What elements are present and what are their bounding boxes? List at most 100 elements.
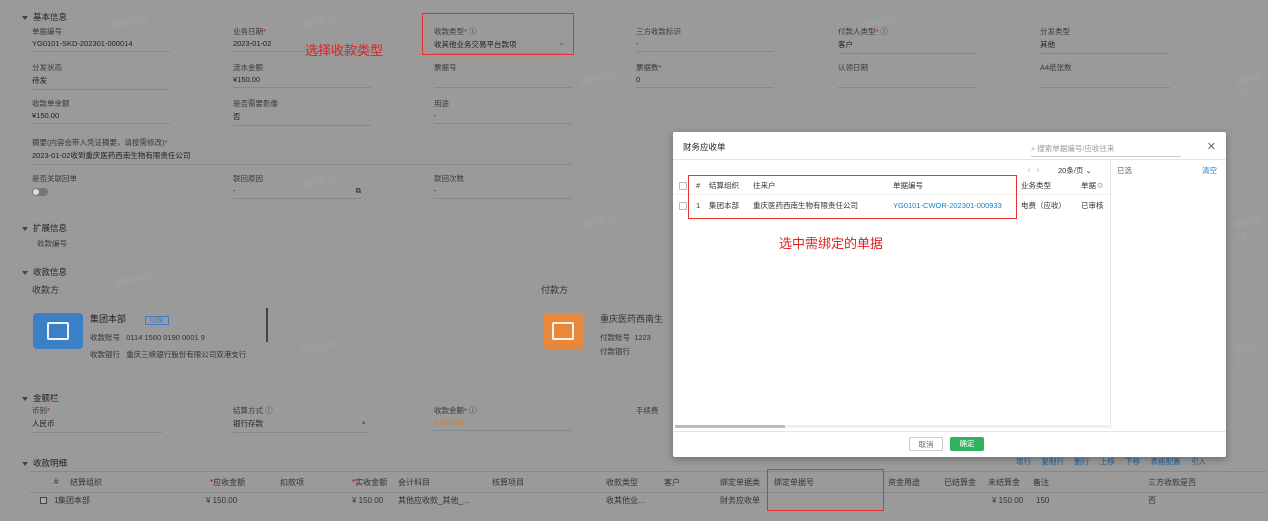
move-down-button[interactable]: 下移: [1125, 457, 1140, 466]
table-header: # 结算组织 *应收金额 扣款项 *实收金额 会计科目 核算项目 收款类型 客户…: [30, 477, 1266, 489]
annotation-box-bind-doc: [767, 469, 884, 511]
chevron-down-icon: [22, 461, 28, 466]
field-link-count[interactable]: 联回次数 -: [434, 173, 572, 199]
pager-prev-next[interactable]: ‹ ›: [1028, 165, 1039, 174]
cancel-button[interactable]: 取消: [909, 437, 943, 451]
field-receipt-amount[interactable]: 收款金额* ⓘ ¥ 150.00: [434, 405, 572, 431]
expand-icon[interactable]: ⧉: [356, 186, 361, 196]
field-doc-no[interactable]: 单据编号 YG0101-SKD-202301-000014: [32, 26, 170, 52]
field-summary[interactable]: 摘要(内容会带入凭证摘要，请按需修改)* 2023-01-02收到重庆医药西南生物…: [32, 137, 572, 165]
col-header: *应收金额: [210, 478, 246, 487]
horizontal-scrollbar[interactable]: [675, 425, 1109, 428]
payer-account: 付款账号 1223: [600, 333, 651, 342]
col-header: 结算组织: [70, 478, 102, 487]
col-header: 绑定单据类: [720, 478, 760, 487]
payee-bank: 收款银行 重庆三峡银行股份有限公司双港支行: [90, 350, 247, 359]
field-dispatch-type[interactable]: 分发类型 其他: [1040, 26, 1170, 54]
select-all-checkbox[interactable]: [679, 182, 687, 190]
field-dispatch-status[interactable]: 分发状态 待发: [32, 62, 170, 90]
scrollbar[interactable]: [266, 308, 268, 342]
watermark: 临时许可: [579, 70, 617, 88]
annotation-box-dialog-row: [688, 175, 1017, 219]
chevron-down-icon: [22, 226, 28, 231]
confirm-button[interactable]: 确定: [950, 437, 984, 451]
col-header: 会计科目: [398, 478, 430, 487]
settings-icon[interactable]: ⚙: [1097, 177, 1104, 195]
copy-row-button[interactable]: 复制行: [1041, 457, 1064, 466]
field-ticket-no[interactable]: 票据号: [434, 62, 572, 88]
payer-name: 重庆医药西南生: [600, 314, 664, 324]
search-icon[interactable]: ⌕: [362, 418, 366, 428]
dialog-search-input[interactable]: ⌕ 搜索单据编号/应收往来: [1031, 143, 1181, 157]
move-up-button[interactable]: 上移: [1100, 457, 1115, 466]
row-checkbox[interactable]: [40, 497, 47, 504]
chevron-down-icon: [22, 396, 28, 401]
page-size-select[interactable]: 20条/页 ⌄: [1058, 165, 1092, 176]
annotation-select-doc: 选中需绑定的单据: [779, 236, 884, 251]
payee-account: 收款账号 0114 1560 0190 0001 9: [90, 333, 205, 342]
add-row-button[interactable]: 增行: [1016, 457, 1031, 466]
field-settle-method[interactable]: 结算方式 ⓘ 银行存款 ⌕: [233, 405, 368, 433]
section-basic-info[interactable]: 基本信息: [22, 11, 67, 23]
table-row[interactable]: 1 集团本部 ¥ 150.00 ¥ 150.00 其他应收款_其他_... 收其…: [30, 492, 1266, 508]
field-flow-amount[interactable]: 流水金额 ¥150.00: [233, 62, 371, 88]
row-checkbox[interactable]: [679, 202, 687, 210]
watermark: 临时许可: [114, 271, 152, 289]
clear-button[interactable]: 清空: [1202, 165, 1217, 176]
col-header: 核算项目: [492, 478, 524, 487]
watermark: 临时许可: [1234, 72, 1263, 100]
section-amount[interactable]: 金额栏: [22, 392, 59, 404]
payer-label: 付款方: [541, 285, 569, 295]
finance-receivable-dialog: 财务应收单 ⌕ 搜索单据编号/应收往来 ✕ ‹ › 20条/页 ⌄ 已选 清空 …: [673, 132, 1226, 457]
bank-card-icon: [33, 313, 83, 349]
field-purpose[interactable]: 用途 -: [434, 98, 572, 124]
payee-label: 收款方: [32, 285, 60, 295]
field-is-linked[interactable]: 是否关联回单: [32, 173, 170, 198]
annotation-box-receipt-type: [422, 13, 574, 55]
import-button[interactable]: 引入: [1191, 457, 1206, 466]
field-receipt-code[interactable]: 收款编号: [37, 238, 187, 249]
section-detail[interactable]: 收款明细: [22, 457, 67, 469]
field-link-reason[interactable]: 联回原因 - ⧉: [233, 173, 361, 199]
col-header: 已结算金: [944, 478, 976, 487]
watermark: 临时许可: [1234, 215, 1263, 243]
divider: [673, 431, 1226, 432]
field-a4-pages[interactable]: A4纸张数: [1040, 62, 1170, 88]
bank-card-icon: [543, 313, 583, 349]
payee-name: 集团本部 切换: [90, 312, 169, 325]
detail-table: # 结算组织 *应收金额 扣款项 *实收金额 会计科目 核算项目 收款类型 客户…: [30, 471, 1266, 511]
divider: [673, 159, 1226, 160]
payer-bank: 付款银行: [600, 347, 630, 356]
col-header: 收款类型: [606, 478, 638, 487]
watermark: 临时许可: [299, 338, 337, 356]
field-recognize-date[interactable]: 认领日期: [838, 62, 976, 88]
dialog-title: 财务应收单: [683, 142, 726, 152]
watermark: 临时许可: [579, 213, 617, 231]
selected-label: 已选: [1117, 166, 1132, 175]
col-header: 资金用途: [888, 478, 920, 487]
watermark: 临时许可: [1234, 340, 1263, 368]
field-need-image[interactable]: 是否需要影像否: [233, 98, 371, 126]
col-header: 扣款项: [280, 478, 304, 487]
field-ticket-count[interactable]: 票据数* 0: [636, 62, 774, 88]
switch-button[interactable]: 切换: [144, 316, 169, 325]
field-currency[interactable]: 币别* 人民币: [32, 405, 162, 433]
field-third-party[interactable]: 三方收款标识 -: [636, 26, 774, 52]
col-header: 未结算金: [988, 478, 1020, 487]
close-icon[interactable]: ✕: [1207, 140, 1216, 153]
col-header: 备注: [1033, 478, 1049, 487]
toggle-switch[interactable]: [32, 188, 48, 196]
col-header: 客户: [664, 478, 680, 487]
field-payer-type[interactable]: 付款人类型* ⓘ 客户: [838, 26, 976, 54]
chevron-down-icon: [22, 270, 28, 275]
delete-row-button[interactable]: 删行: [1074, 457, 1089, 466]
detail-actions: 增行 复制行 删行 上移 下移 表格配置 引入: [1016, 456, 1206, 467]
table-config-button[interactable]: 表格配置: [1151, 457, 1181, 466]
col-header: #: [54, 477, 59, 486]
col-header: *实收金额: [352, 478, 388, 487]
field-fee[interactable]: 手续费: [636, 405, 676, 416]
section-receipt-info[interactable]: 收款信息: [22, 266, 67, 278]
section-extend-info[interactable]: 扩展信息: [22, 222, 67, 234]
chevron-down-icon: [22, 15, 28, 20]
field-receipt-balance[interactable]: 收款单余额 ¥150.00: [32, 98, 170, 124]
